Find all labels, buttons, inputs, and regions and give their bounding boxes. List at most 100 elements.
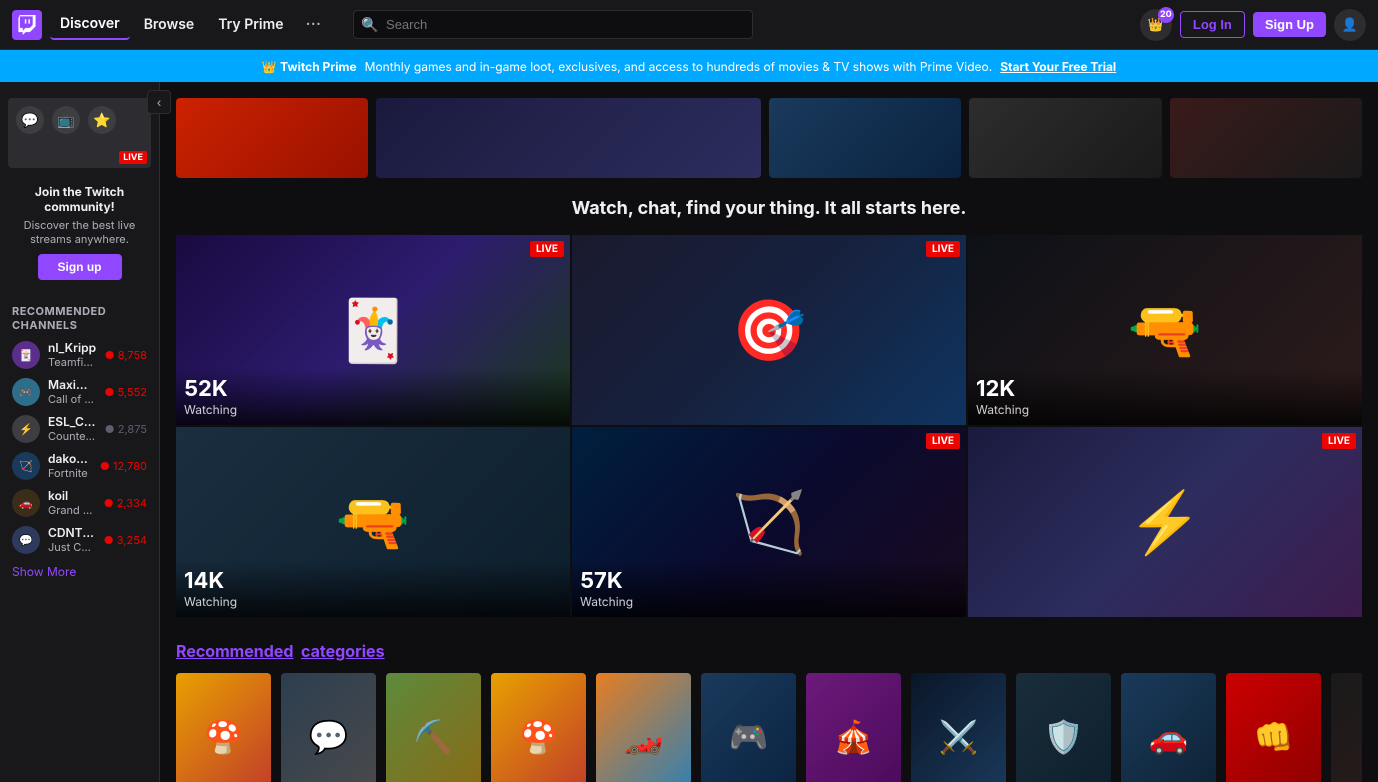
sidebar-icon-star: ⭐ — [88, 106, 116, 134]
stream-view-count: 52K — [184, 376, 562, 402]
sidebar-join-title: Join the Twitch community! — [0, 176, 159, 218]
nav-more[interactable]: ··· — [297, 10, 329, 39]
main-layout: ‹ 💬 📺 ⭐ LIVE Join the Twitch community! … — [0, 82, 1378, 782]
main-content: Watch, chat, find your thing. It all sta… — [160, 82, 1378, 782]
prime-cta-link[interactable]: Start Your Free Trial — [1000, 59, 1116, 74]
categories-link[interactable]: categories — [301, 641, 384, 661]
category-cover: ⚔️ — [911, 673, 1006, 782]
login-button[interactable]: Log In — [1180, 11, 1245, 38]
channel-name: koil — [48, 488, 96, 503]
hero-thumb-4 — [969, 98, 1161, 178]
category-cover: 💬 — [281, 673, 376, 782]
category-smash[interactable]: 👊 Super Smash Bros... 624 viewers Fighti… — [1226, 673, 1321, 782]
prime-crown-icon[interactable]: 👑 20 — [1140, 9, 1172, 41]
channel-avatar: 🚗 — [12, 489, 40, 517]
nav-browse[interactable]: Browse — [134, 10, 205, 39]
sidebar-channel-nl-kripp[interactable]: 🃏 nl_Kripp Teamfight Tactics ● 8,758 — [0, 336, 159, 373]
sidebar-join-subtitle: Discover the best live streams anywhere. — [0, 218, 159, 254]
category-gta[interactable]: 🚗 Grand Theft Auto V 38.8K viewers Drivi… — [1121, 673, 1216, 782]
nav-discover[interactable]: Discover — [50, 9, 130, 40]
channel-avatar: ⚡ — [12, 415, 40, 443]
hero-thumbnails — [176, 98, 1362, 178]
category-lol[interactable]: ⚔️ League of Legends 122K viewers MOBA — [911, 673, 1006, 782]
category-cover: 🍄 — [176, 673, 271, 782]
categories-section-title: Recommended categories — [176, 641, 1362, 661]
sidebar-channel-esl-csgo[interactable]: ⚡ ESL_CSGO Counter-Strike: Globa... ● 2,… — [0, 410, 159, 447]
hero-thumb-main — [376, 98, 761, 178]
search-input[interactable] — [353, 10, 753, 39]
sidebar-show-more[interactable]: Show More — [0, 558, 159, 585]
stream-grid: 🃏 LIVE 52K Watching 🎯 LIVE — [176, 235, 1362, 617]
nav-try-prime[interactable]: Try Prime — [208, 10, 293, 39]
category-siege[interactable]: 🛡️ Tom Clancy's Rain... 7.5K viewers FPS… — [1016, 673, 1111, 782]
stream-view-count: 14K — [184, 568, 562, 594]
channel-info: nl_Kripp Teamfight Tactics — [48, 340, 97, 369]
prime-logo: 👑 Twitch Prime — [262, 59, 357, 74]
hero-thumb-1 — [176, 98, 368, 178]
stream-card-csgo2[interactable]: 🔫 14K Watching — [176, 427, 570, 617]
category-cover: 🛡️ — [1016, 673, 1111, 782]
category-mario-maker[interactable]: 🍄 Super Mario Maker 5 viewers Platformer — [491, 673, 586, 782]
channel-name: ESL_CSGO — [48, 414, 97, 429]
stream-watching-label: Watching — [184, 594, 562, 609]
prime-badge: 20 — [1158, 7, 1174, 23]
category-cover: 🚗 — [1121, 673, 1216, 782]
sidebar-channel-dakotaz[interactable]: 🏹 dakotaz Fortnite ● 12,780 — [0, 447, 159, 484]
channel-avatar: 🎮 — [12, 378, 40, 406]
sidebar-channel-maximilian[interactable]: 🎮 Maximilian_DOOD Call of Duty: Black O.… — [0, 373, 159, 410]
stream-overlay: 14K Watching — [176, 560, 570, 617]
stream-watching-label: Watching — [976, 402, 1354, 417]
stream-thumbnail: 🎯 — [572, 235, 966, 425]
stream-card-fortnite[interactable]: 🏹 LIVE 57K Watching — [572, 427, 966, 617]
signup-button[interactable]: Sign Up — [1253, 12, 1326, 37]
stream-view-count: 57K — [580, 568, 958, 594]
sidebar-section-title: Recommended Channels — [0, 296, 159, 336]
sidebar-toggle-button[interactable]: ‹ — [147, 90, 171, 114]
channel-name: dakotaz — [48, 451, 92, 466]
category-cover: 👊 — [1226, 673, 1321, 782]
sidebar-signup-button[interactable]: Sign up — [38, 254, 122, 280]
sidebar-channel-koil[interactable]: 🚗 koil Grand Theft Auto V ● 2,334 — [0, 484, 159, 521]
stream-card-tft[interactable]: 🃏 LIVE 52K Watching — [176, 235, 570, 425]
channel-game: Call of Duty: Black O... — [48, 392, 96, 406]
stream-card-csgo-live[interactable]: 🎯 LIVE — [572, 235, 966, 425]
channel-avatar: 🏹 — [12, 452, 40, 480]
channel-game: Counter-Strike: Globa... — [48, 429, 97, 443]
stream-card-destiny[interactable]: ⚡ LIVE — [968, 427, 1362, 617]
category-ctr[interactable]: 🏎️ Crash Team Racin... 614 viewers Drivi… — [596, 673, 691, 782]
category-cover: 🍄 — [491, 673, 586, 782]
channel-name: Maximilian_DOOD — [48, 377, 96, 392]
stream-view-count: 12K — [976, 376, 1354, 402]
channel-info: ESL_CSGO Counter-Strike: Globa... — [48, 414, 97, 443]
channel-game: Teamfight Tactics — [48, 355, 97, 369]
stream-card-cod[interactable]: 🔫 12K Watching — [968, 235, 1362, 425]
channel-avatar: 🃏 — [12, 341, 40, 369]
channel-game: Fortnite — [48, 466, 92, 480]
user-avatar[interactable]: 👤 — [1334, 9, 1366, 41]
channel-game: Grand Theft Auto V — [48, 503, 96, 517]
stream-watching-label: Watching — [184, 402, 562, 417]
prime-banner-text: Monthly games and in-game loot, exclusiv… — [365, 59, 993, 74]
top-nav: Discover Browse Try Prime ··· 🔍 👑 20 Log… — [0, 0, 1378, 50]
stream-thumbnail: ⚡ — [968, 427, 1362, 617]
twitch-logo[interactable] — [12, 10, 42, 40]
channel-info: dakotaz Fortnite — [48, 451, 92, 480]
category-overwatch[interactable]: 🎮 Overwatch 13.8K viewers FPS Shooter — [701, 673, 796, 782]
sidebar-icon-stream: 📺 — [52, 106, 80, 134]
channel-viewers: ● 2,334 — [104, 496, 147, 510]
nav-items: Discover Browse Try Prime ··· — [50, 9, 329, 40]
category-minecraft[interactable]: ⛏️ Minecraft 14.3K viewers Adventure Gam… — [386, 673, 481, 782]
sidebar-channel-cdn[interactable]: 💬 CDNThe3rd Just Chatting ● 3,254 — [0, 521, 159, 558]
channel-name: nl_Kripp — [48, 340, 97, 355]
category-special[interactable]: 🎪 Special Events 42 viewers IRL — [806, 673, 901, 782]
channel-info: koil Grand Theft Auto V — [48, 488, 96, 517]
nav-right: 👑 20 Log In Sign Up 👤 — [1140, 9, 1366, 41]
live-badge: LIVE — [926, 433, 960, 449]
sidebar-live-badge: LIVE — [119, 151, 147, 164]
category-chat[interactable]: 💬 Just Chatting 43.4K viewers IRL — [281, 673, 376, 782]
category-mario2[interactable]: 🍄 Super Mario Maker 2 17.5K viewers Plat… — [176, 673, 271, 782]
category-apex[interactable]: 🎯 Apex Legends 21.8K viewers FPS Shooter — [1331, 673, 1362, 782]
sidebar-icon-chat: 💬 — [16, 106, 44, 134]
hero-thumb-5 — [1170, 98, 1362, 178]
stream-watching-label: Watching — [580, 594, 958, 609]
